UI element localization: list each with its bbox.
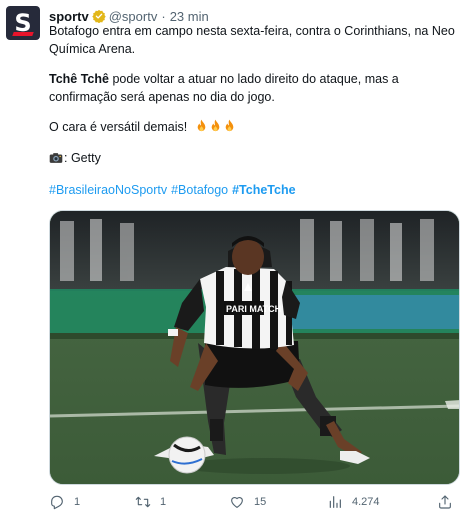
fire-icon — [211, 119, 220, 132]
tweet-text-line3: O cara é versátil demais! — [49, 118, 461, 136]
fire-icon — [225, 119, 234, 132]
tweet-actions: 1 1 15 4.274 — [49, 488, 461, 516]
fire-emoji-group — [194, 119, 236, 134]
reply-button[interactable]: 1 — [49, 488, 80, 516]
like-button[interactable]: 15 — [229, 488, 266, 516]
views-button[interactable]: 4.274 — [327, 488, 380, 516]
share-button[interactable] — [437, 488, 453, 516]
fire-icon — [197, 119, 206, 132]
bold-player-name: Tchê Tchê — [49, 72, 109, 86]
retweet-button[interactable]: 1 — [135, 488, 166, 516]
photo-credit: : Getty — [49, 149, 461, 167]
reply-icon — [51, 495, 63, 510]
views-count: 4.274 — [352, 496, 380, 508]
like-count: 15 — [254, 496, 267, 508]
photo-credit-text: : Getty — [64, 151, 101, 165]
hashtag-link[interactable]: #TcheTche — [232, 183, 295, 197]
hashtag-link[interactable]: #Botafogo — [171, 183, 228, 197]
tweet-text-line1: Botafogo entra em campo nesta sexta-feir… — [49, 24, 455, 56]
tweet-photo[interactable]: PARI MATCH — [49, 210, 460, 485]
tweet-card: S sportv @sportv · 23 min Botafogo entra… — [0, 0, 472, 519]
tweet-text-line3-text: O cara é versátil demais! — [49, 120, 188, 134]
tweet-text-line2: Tchê Tchê pode voltar a atuar no lado di… — [49, 70, 461, 106]
retweet-count: 1 — [160, 496, 167, 508]
verified-badge-icon — [92, 9, 106, 23]
player-photo-illustration: PARI MATCH — [50, 211, 459, 484]
retweet-icon — [135, 496, 151, 508]
heart-icon — [231, 496, 243, 508]
hashtag-link[interactable]: #BrasileiraoNoSportv — [49, 183, 167, 197]
avatar-accent-bar — [12, 32, 34, 36]
share-icon — [439, 495, 451, 509]
reply-count: 1 — [74, 496, 81, 508]
hashtags: #BrasileiraoNoSportv #Botafogo #TcheTche — [49, 181, 461, 199]
views-chart-icon — [329, 496, 341, 508]
camera-icon — [49, 153, 63, 163]
shirt-sponsor-text: PARI MATCH — [226, 304, 281, 314]
avatar[interactable]: S — [6, 6, 40, 40]
